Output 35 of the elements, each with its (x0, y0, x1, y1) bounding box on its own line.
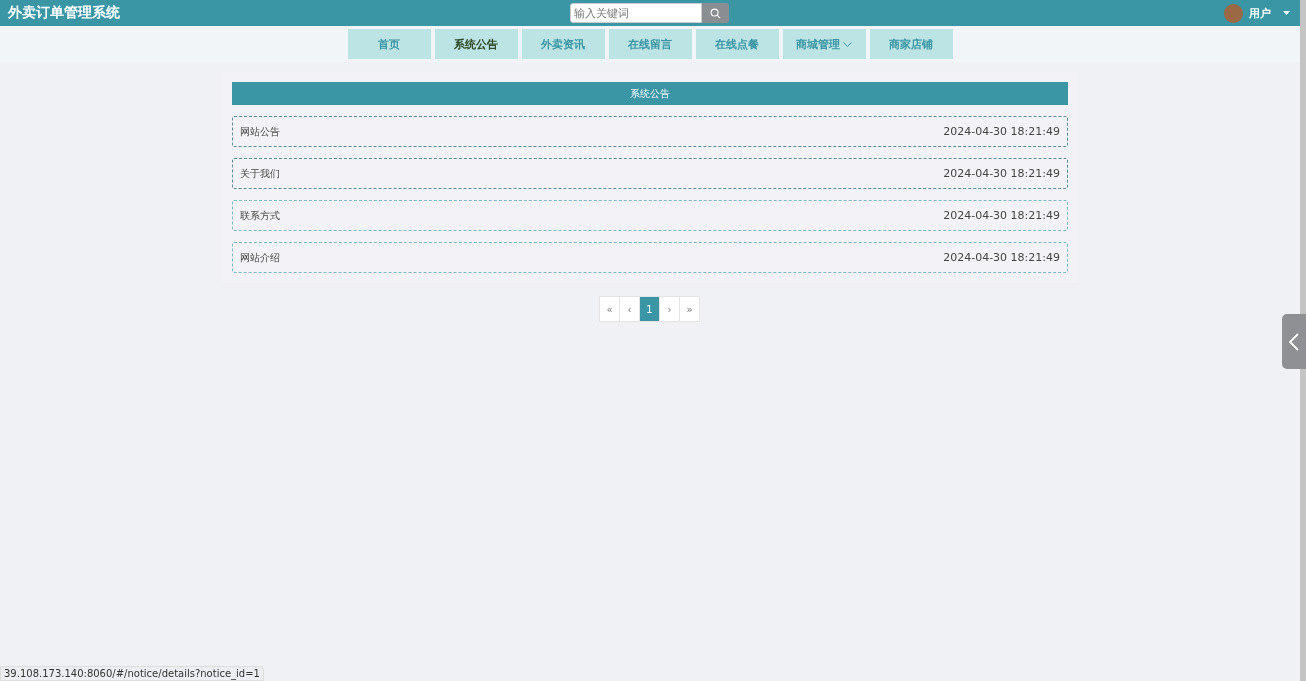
app-title: 外卖订单管理系统 (8, 4, 121, 22)
caret-icon[interactable] (1283, 11, 1290, 15)
nav-tab[interactable]: 商家店铺 (869, 29, 953, 59)
nav-tab[interactable]: 商城管理 (782, 29, 866, 59)
notice-time: 2024-04-30 18:21:49 (943, 209, 1060, 222)
notice-row[interactable]: 关于我们 2024-04-30 18:21:49 (232, 158, 1068, 189)
chevron-left-icon (1289, 332, 1299, 351)
nav-tab[interactable]: 首页 (347, 29, 431, 59)
notice-title: 联系方式 (240, 208, 280, 223)
search-field[interactable]: 输入关键词 (569, 3, 702, 23)
notice-row[interactable]: 网站公告 2024-04-30 18:21:49 (232, 116, 1068, 147)
notice-time: 2024-04-30 18:21:49 (943, 125, 1060, 138)
search-icon (709, 7, 721, 19)
page-button[interactable]: » (679, 296, 700, 322)
notice-title: 网站介绍 (240, 250, 280, 265)
page-button[interactable]: « (599, 296, 620, 322)
user-menu[interactable]: 用户 (1249, 5, 1271, 21)
nav-tab[interactable]: 系统公告 (434, 29, 518, 59)
status-url: 39.108.173.140:8060/#/notice/details?notice_id=1 (0, 666, 264, 681)
panel-title: 系统公告 (232, 82, 1068, 105)
notice-row[interactable]: 联系方式 2024-04-30 18:21:49 (232, 200, 1068, 231)
search-button[interactable] (701, 3, 729, 23)
page-button[interactable]: › (659, 296, 680, 322)
nav-tab[interactable]: 在线留言 (608, 29, 692, 59)
notice-time: 2024-04-30 18:21:49 (943, 167, 1060, 180)
notice-title: 关于我们 (240, 166, 280, 181)
page-button[interactable]: 1 (639, 296, 660, 322)
notice-time: 2024-04-30 18:21:49 (943, 251, 1060, 264)
notice-row[interactable]: 网站介绍 2024-04-30 18:21:49 (232, 242, 1068, 273)
side-panel-toggle[interactable] (1282, 314, 1306, 369)
nav-tab[interactable]: 在线点餐 (695, 29, 779, 59)
notice-title: 网站公告 (240, 124, 280, 139)
nav-tab[interactable]: 外卖资讯 (521, 29, 605, 59)
chevron-icon (843, 41, 852, 47)
page-button[interactable]: ‹ (619, 296, 640, 322)
